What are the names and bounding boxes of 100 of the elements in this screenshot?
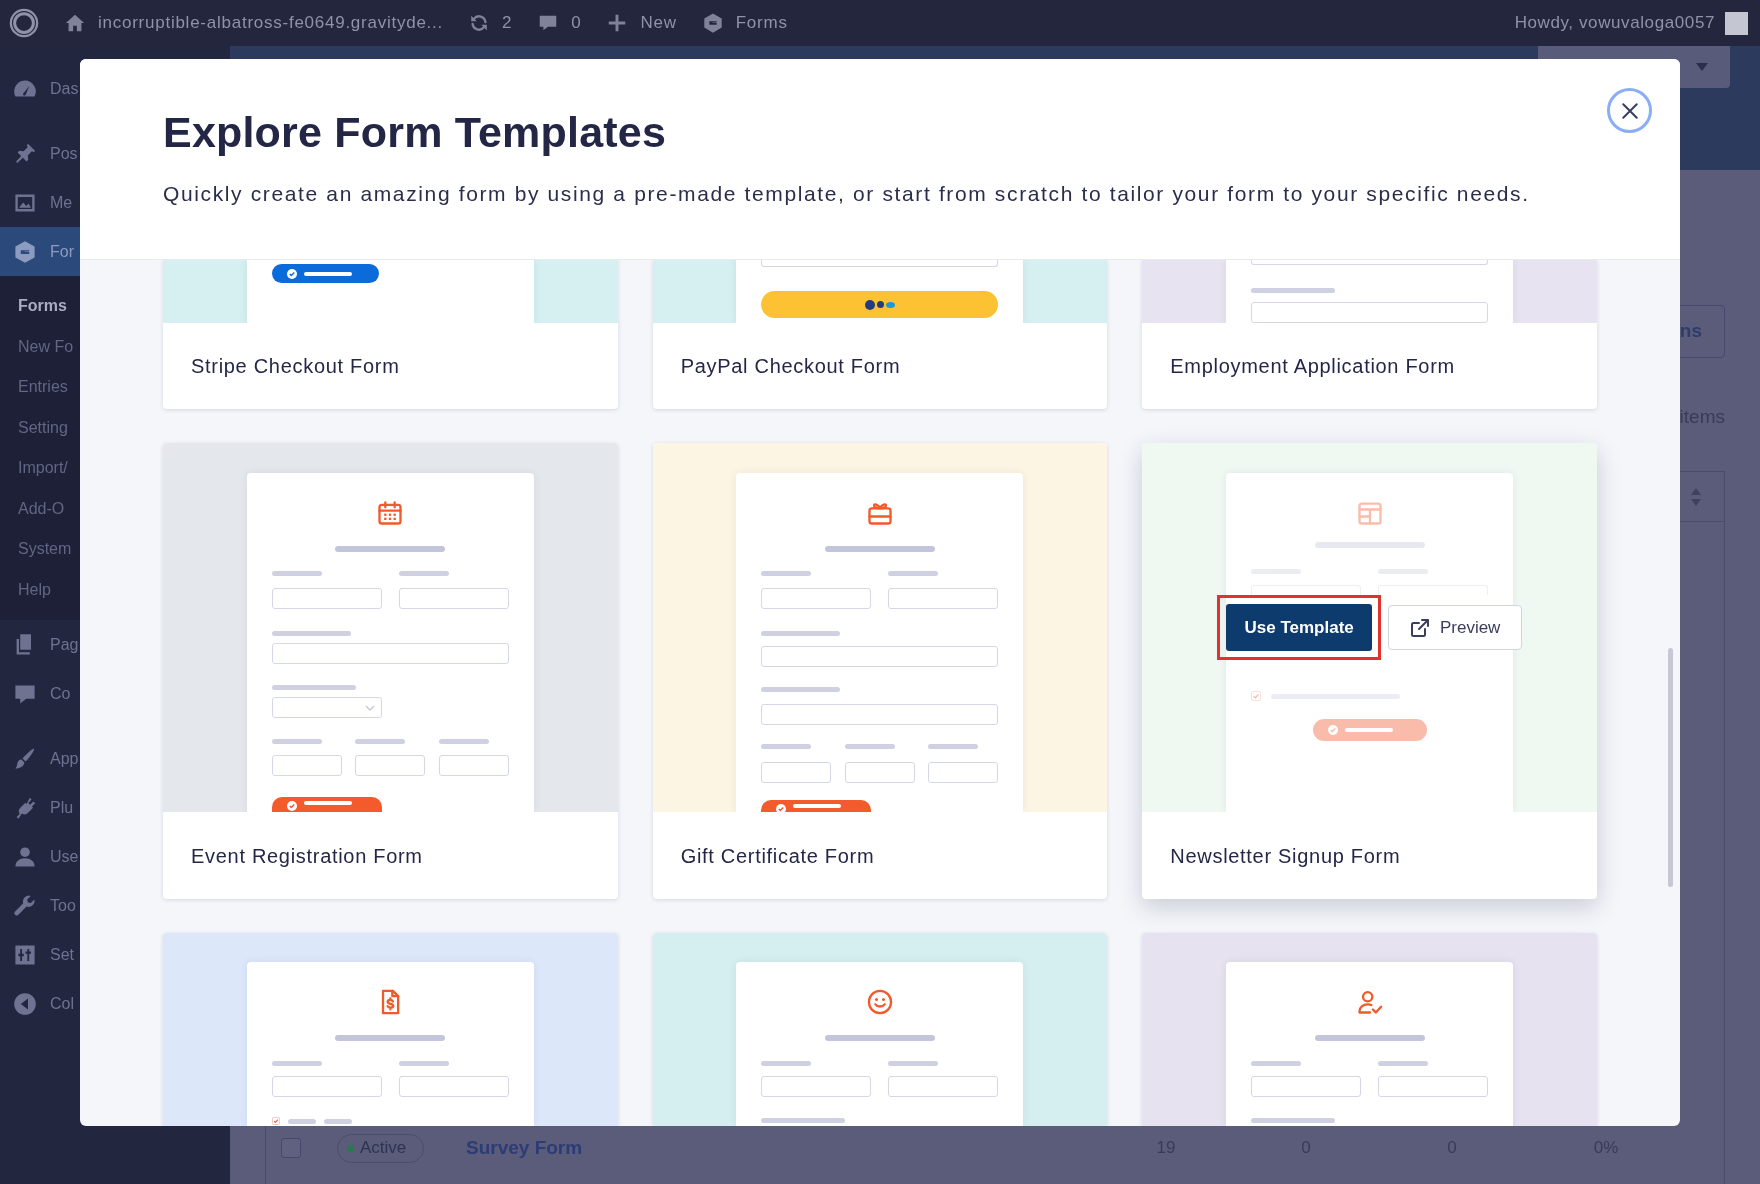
template-title: Employment Application Form: [1170, 354, 1455, 379]
submenu-item[interactable]: System: [0, 529, 72, 570]
template-title: Stripe Checkout Form: [191, 354, 400, 379]
menu-item[interactable]: App: [0, 734, 80, 783]
check-icon: [1327, 725, 1338, 735]
label-line: [1378, 1061, 1429, 1066]
label-line: [323, 1118, 352, 1124]
menu-item[interactable]: Pos: [0, 129, 80, 178]
home-icon: [64, 12, 86, 34]
template-card[interactable]: Stripe Checkout Form: [163, 260, 618, 409]
brush-icon: [13, 746, 37, 771]
menu-item[interactable]: Col: [0, 979, 80, 1028]
external-link-icon: [1409, 617, 1430, 638]
label-line: [928, 744, 979, 749]
submenu-item[interactable]: Add-O: [0, 488, 65, 529]
template-title: PayPal Checkout Form: [680, 354, 901, 379]
hexagon-icon: [701, 12, 724, 34]
comments-link[interactable]: 0: [537, 10, 582, 36]
template-card[interactable]: [1142, 933, 1597, 1126]
label-line: [1251, 1061, 1302, 1066]
menu-item[interactable]: Set: [0, 930, 80, 979]
menu-item[interactable]: Das: [0, 64, 80, 113]
checkbox-icon: [1251, 691, 1262, 701]
close-icon: [1620, 101, 1639, 120]
label-line: [761, 571, 812, 576]
preview-button[interactable]: Preview: [1388, 605, 1523, 650]
label-line: [303, 801, 352, 805]
greeting-link[interactable]: Howdy, vowuvaloga0057: [1514, 10, 1748, 36]
label-line: [303, 271, 352, 276]
check-icon: [776, 804, 787, 812]
new-link[interactable]: New: [606, 10, 677, 36]
template-card[interactable]: PayPal Checkout Form: [652, 260, 1108, 409]
menu-item[interactable]: Too: [0, 881, 80, 930]
use-template-button[interactable]: Use Template: [1226, 604, 1373, 651]
template-card[interactable]: [652, 933, 1108, 1126]
menu-item[interactable]: Me: [0, 178, 80, 227]
calendar-icon: [376, 499, 405, 527]
template-card[interactable]: Use Template Preview Newsletter Signup Form: [1142, 443, 1597, 899]
forms-link[interactable]: Forms: [701, 10, 788, 36]
submenu-item[interactable]: Import/: [0, 448, 68, 489]
template-card[interactable]: Gift Certificate Form: [652, 443, 1108, 899]
menu-item[interactable]: Pag: [0, 620, 80, 669]
template-title: Event Registration Form: [191, 843, 423, 869]
label-line: [398, 1061, 449, 1066]
label-line: [761, 1061, 812, 1066]
dot-icon: [886, 301, 895, 308]
input-box: [761, 762, 832, 783]
label-line: [287, 1118, 316, 1124]
template-title: Newsletter Signup Form: [1170, 843, 1401, 869]
label-line: [271, 571, 322, 576]
input-box: [438, 755, 509, 776]
row-checkbox[interactable]: [281, 1138, 301, 1158]
dot-icon: [865, 299, 875, 310]
status-dot-icon: [347, 1144, 354, 1152]
label-line: [1344, 728, 1393, 732]
circle-arrow-icon: [13, 991, 37, 1016]
label-line: [845, 744, 895, 749]
template-card[interactable]: Event Registration Form: [163, 443, 618, 899]
label-line: [761, 744, 812, 749]
site-name-link[interactable]: incorruptible-albatross-fe0649.gravityde...: [64, 10, 444, 36]
label-line: [793, 804, 842, 808]
close-button[interactable]: [1607, 88, 1652, 133]
template-card[interactable]: [163, 933, 618, 1126]
input-box: [271, 755, 342, 776]
caret-icon: [1696, 63, 1708, 71]
input-box: [845, 762, 915, 783]
label-line: [355, 739, 406, 744]
input-box: [928, 762, 999, 783]
submenu-item[interactable]: Entries: [0, 367, 68, 408]
menu-item[interactable]: Co: [0, 669, 80, 718]
label-line: [888, 571, 939, 576]
chevron-icon: [364, 704, 375, 711]
scrollbar-thumb[interactable]: [1668, 648, 1673, 887]
dot-icon: [877, 301, 884, 308]
menu-item[interactable]: Plu: [0, 783, 80, 832]
hexagon-icon: [13, 239, 37, 264]
label-line: [438, 739, 489, 744]
template-card[interactable]: Employment Application Form: [1142, 260, 1597, 409]
submenu-item[interactable]: Forms: [0, 286, 67, 327]
label-line: [398, 571, 449, 576]
submenu-item[interactable]: Help: [0, 569, 51, 610]
menu-item[interactable]: For: [0, 227, 80, 276]
submenu-item[interactable]: New Fo: [0, 326, 74, 367]
modal-title: Explore Form Templates: [163, 108, 667, 157]
smiley-icon: [866, 988, 894, 1016]
sliders-icon: [13, 942, 37, 967]
label-line: [271, 739, 322, 744]
input-box: [355, 755, 426, 776]
updates-link[interactable]: 2: [468, 10, 513, 36]
label-line: [271, 1061, 322, 1066]
logo-icon[interactable]: [9, 8, 39, 38]
wrench-icon: [13, 893, 37, 918]
submenu-item[interactable]: Setting: [0, 407, 68, 448]
checkbox-icon: [271, 1117, 280, 1125]
check-icon: [286, 268, 297, 279]
check-icon: [286, 801, 297, 811]
label-line: [888, 1061, 939, 1066]
menu-item[interactable]: Use: [0, 832, 80, 881]
user-check-icon: [1355, 988, 1384, 1016]
avatar-image: [1725, 11, 1748, 35]
